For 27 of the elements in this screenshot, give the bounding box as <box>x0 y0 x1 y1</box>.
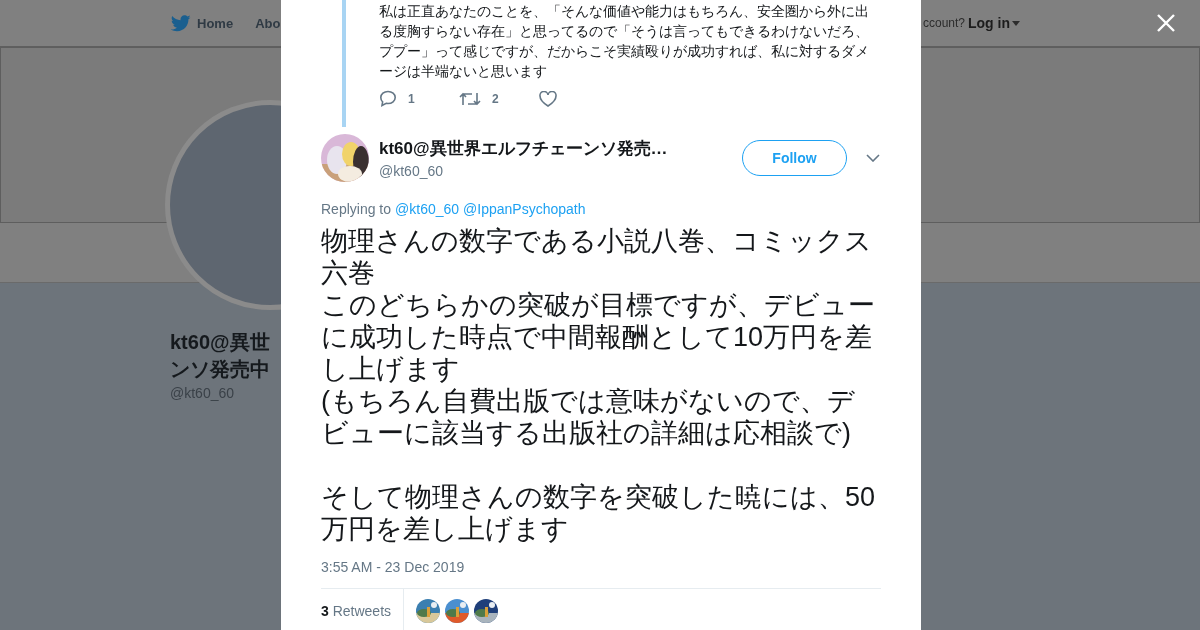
retweet-count: 2 <box>492 91 499 106</box>
profile-name: ンソ発売中 <box>170 357 270 382</box>
tweet-text: 物理さんの数字である小説八巻、コミックス六巻 <box>321 225 873 289</box>
profile-name: kt60@異世 <box>170 330 270 355</box>
tweet-timestamp: 3:55 AM - 23 Dec 2019 <box>321 559 466 575</box>
tweet-text: (もちろん自費出版では意味がないので、デビューに該当する出版社の詳細は応相談で) <box>321 385 856 449</box>
follow-button[interactable]: Follow <box>742 140 847 176</box>
chevron-icon[interactable] <box>866 154 880 162</box>
mention-link[interactable]: @kt60_60 <box>395 201 460 217</box>
reply-icon[interactable] <box>379 90 397 107</box>
nav-link[interactable]: Home <box>197 15 234 31</box>
login-prompt: ccount? <box>922 16 965 30</box>
nav-link[interactable]: Abo <box>255 15 281 31</box>
retweet-icon[interactable] <box>459 90 481 107</box>
login-link[interactable]: Log in <box>968 15 1020 31</box>
author-name[interactable]: kt60@異世界エルフチェーンソ発売… <box>379 137 719 160</box>
close-icon[interactable] <box>1157 14 1175 32</box>
reply-count: 1 <box>408 91 415 106</box>
quoted-tweet-text: 私は正直あなたのことを、「そんな価値や能力はもちろん、安全圏から外に出る度胸すらない存在」と思ってるので「そうは言ってもできるわけないだろ、ププー」って感じですが、だからこそ実績殴りが成功すれば、私に対するダメージは半端ないと思います <box>379 2 870 81</box>
tweet-text: そして物理さんの数字を突破した暁には、50万円を差し上げます <box>321 481 877 545</box>
mention-link[interactable]: @IppanPsychopath <box>463 201 586 217</box>
tweet-text: このどちらかの突破が目標ですが、デビューに成功した時点で中間報酬として10万円を差し上げます <box>321 289 876 385</box>
author-handle: @kt60_60 <box>379 163 445 179</box>
replying-label: Replying to <box>321 201 392 217</box>
caret-icon <box>1012 20 1020 26</box>
heart-icon[interactable] <box>539 90 557 107</box>
retweet-stat[interactable]: 3 Retweets <box>321 589 405 630</box>
